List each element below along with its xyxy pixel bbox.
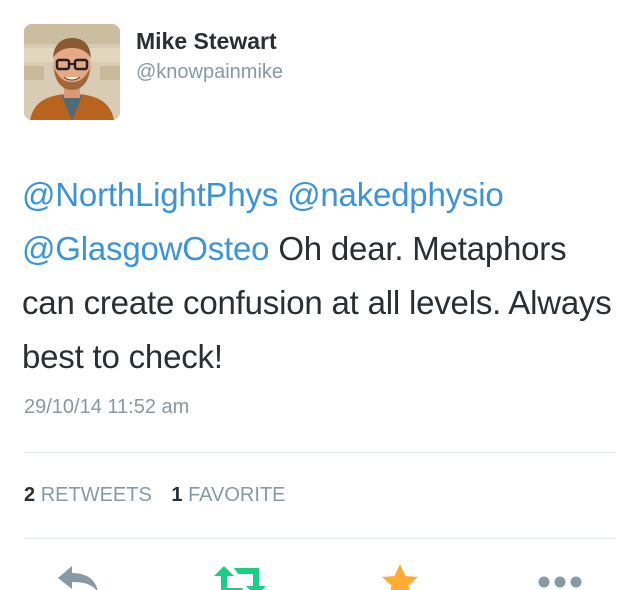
retweets-count: 2 (24, 484, 36, 506)
reply-button[interactable] (54, 562, 102, 590)
favorites-count: 1 (171, 484, 183, 506)
avatar[interactable] (24, 24, 120, 120)
mention-link[interactable]: @NorthLightPhys (22, 176, 278, 213)
favorites-label: FAVORITE (188, 484, 286, 506)
retweets-label: RETWEETS (40, 484, 152, 506)
tweet-text: @NorthLightPhys @nakedphysio @GlasgowOst… (22, 168, 622, 384)
star-icon (382, 564, 418, 590)
favorite-button[interactable] (378, 562, 426, 590)
tweet-detail-page: Mike Stewart @knowpainmike @NorthLightPh… (0, 0, 640, 590)
ellipsis-icon (538, 576, 582, 588)
mention-link[interactable]: @GlasgowOsteo (22, 230, 270, 267)
action-bar (0, 562, 640, 590)
tweet-timestamp: 29/10/14 11:52 am (24, 396, 190, 418)
user-name[interactable]: Mike Stewart (136, 28, 277, 55)
tweet-header: Mike Stewart @knowpainmike (24, 24, 624, 124)
retweet-icon (214, 566, 266, 590)
retweet-button[interactable] (212, 562, 266, 590)
mention-link[interactable]: @nakedphysio (287, 176, 504, 213)
tweet-stats: 2 RETWEETS 1 FAVORITE (24, 484, 299, 507)
divider (24, 538, 616, 539)
more-button[interactable] (536, 562, 584, 590)
reply-icon (58, 566, 98, 590)
avatar-image (24, 24, 120, 120)
user-handle[interactable]: @knowpainmike (136, 61, 283, 84)
divider (24, 452, 616, 453)
retweets-stat[interactable]: 2 RETWEETS (24, 484, 157, 506)
favorites-stat[interactable]: 1 FAVORITE (171, 484, 285, 506)
